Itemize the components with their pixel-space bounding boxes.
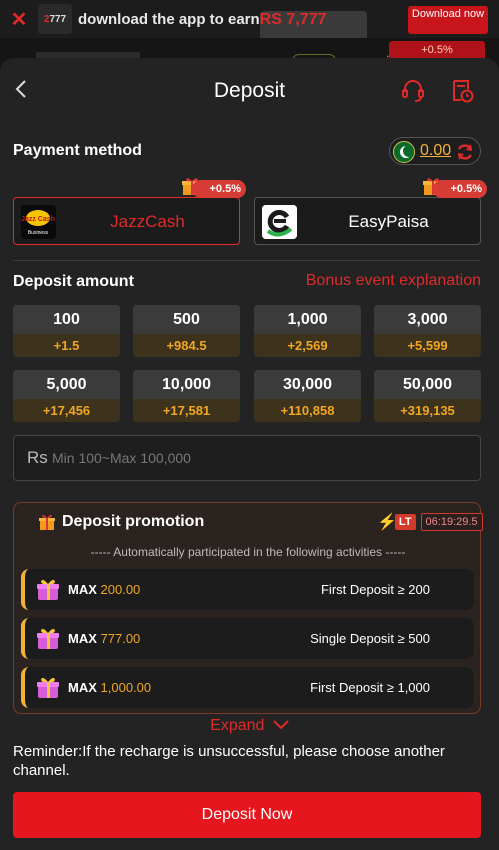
balance-value: 0.00 xyxy=(420,142,452,159)
deposit-history-icon[interactable] xyxy=(449,78,475,104)
amount-bonus: +17,581 xyxy=(133,399,240,422)
download-now-button[interactable]: Download now xyxy=(408,6,488,34)
amount-value: 10,000 xyxy=(133,370,240,399)
promotion-timer: ⚡ LT 06:19:29.5 xyxy=(377,512,483,531)
easypaisa-logo xyxy=(262,205,297,239)
payment-name: JazzCash xyxy=(110,212,185,231)
deposit-amount-label: Deposit amount xyxy=(13,273,134,290)
payment-method-label: Payment method xyxy=(13,142,142,159)
amount-value: 1,000 xyxy=(254,305,361,334)
gift-icon xyxy=(38,513,56,531)
max-reward-value: 200.00 xyxy=(100,582,141,597)
amount-bonus: +984.5 xyxy=(133,334,240,357)
amount-option[interactable]: 10,000 +17,581 xyxy=(133,370,240,422)
amount-value: 30,000 xyxy=(254,370,361,399)
pakistan-flag-icon xyxy=(393,141,415,163)
promotion-activity-row: MAX 200.00 First Deposit ≥ 200 xyxy=(21,569,474,610)
amount-bonus: +1.5 xyxy=(13,334,120,357)
gift-box-icon xyxy=(35,674,61,700)
app-download-banner: ✕ 2 777 download the app to earn RS 7,777… xyxy=(0,0,499,63)
amount-option[interactable]: 30,000 +110,858 xyxy=(254,370,361,422)
divider xyxy=(13,260,481,261)
amount-bonus: +2,569 xyxy=(254,334,361,357)
deposit-amount-input[interactable] xyxy=(52,444,452,472)
expand-button[interactable]: Expand xyxy=(0,717,499,735)
countdown-timer: 06:19:29.5 xyxy=(420,512,483,531)
amount-option[interactable]: 5,000 +17,456 xyxy=(13,370,120,422)
refresh-balance-icon[interactable] xyxy=(454,141,476,163)
amount-value: 100 xyxy=(13,305,120,334)
max-reward: MAX 1,000.00 xyxy=(68,680,152,695)
amount-option[interactable]: 3,000 +5,599 xyxy=(374,305,481,357)
payment-name: EasyPaisa xyxy=(348,212,429,231)
amount-bonus: +319,135 xyxy=(374,399,481,422)
promotion-subtitle: ----- Automatically participated in the … xyxy=(90,545,406,559)
amount-value: 5,000 xyxy=(13,370,120,399)
sheet-header: Deposit xyxy=(0,58,499,122)
lightning-icon: ⚡ xyxy=(377,513,397,531)
reminder-text: Reminder:If the recharge is unsuccessful… xyxy=(13,743,445,779)
svg-text:Business: Business xyxy=(28,230,49,236)
payment-option-easypaisa[interactable]: +0.5% EasyPaisa xyxy=(254,178,487,245)
activity-condition: Single Deposit ≥ 500 xyxy=(310,631,430,646)
bonus-event-explanation-link[interactable]: Bonus event explanation xyxy=(306,272,481,290)
amount-bonus: +17,456 xyxy=(13,399,120,422)
amount-bonus: +110,858 xyxy=(254,399,361,422)
gift-box-icon xyxy=(35,576,61,602)
close-banner-icon[interactable]: ✕ xyxy=(0,7,38,32)
deposit-sheet: Deposit Payment method 0.00 +0.5% Jazz C… xyxy=(0,58,499,850)
gift-box-icon xyxy=(35,625,61,651)
chevron-down-icon xyxy=(273,720,289,730)
balance-pill: 0.00 xyxy=(389,137,481,165)
lt-badge: LT xyxy=(394,513,416,530)
deposit-now-button[interactable]: Deposit Now xyxy=(13,792,481,838)
max-reward-value: 777.00 xyxy=(100,631,141,646)
amount-option[interactable]: 50,000 +319,135 xyxy=(374,370,481,422)
amount-value: 3,000 xyxy=(374,305,481,334)
amount-option[interactable]: 1,000 +2,569 xyxy=(254,305,361,357)
jazzcash-logo: Jazz Cash Business xyxy=(21,205,56,239)
amount-option[interactable]: 500 +984.5 xyxy=(133,305,240,357)
customer-service-icon[interactable] xyxy=(400,78,426,104)
amount-value: 500 xyxy=(133,305,240,334)
svg-text:Jazz Cash: Jazz Cash xyxy=(21,216,55,223)
payment-option-jazzcash[interactable]: +0.5% Jazz Cash Business JazzCash xyxy=(13,178,246,245)
promotion-activity-row: MAX 1,000.00 First Deposit ≥ 1,000 xyxy=(21,667,474,708)
app-logo: 2 777 xyxy=(38,4,72,34)
max-reward-value: 1,000.00 xyxy=(100,680,152,695)
max-reward: MAX 200.00 xyxy=(68,582,141,597)
bonus-tag: +0.5% xyxy=(432,180,487,198)
bonus-tag: +0.5% xyxy=(191,180,246,198)
amount-value: 50,000 xyxy=(374,370,481,399)
max-reward: MAX 777.00 xyxy=(68,631,141,646)
currency-label: Rs xyxy=(27,448,48,467)
activity-condition: First Deposit ≥ 1,000 xyxy=(310,680,430,695)
promotion-activity-row: MAX 777.00 Single Deposit ≥ 500 xyxy=(21,618,474,659)
amount-bonus: +5,599 xyxy=(374,334,481,357)
promotion-title: Deposit promotion xyxy=(62,513,205,530)
deposit-amount-field[interactable]: Rs xyxy=(13,435,481,481)
banner-text: download the app to earn RS 7,777 xyxy=(78,10,367,63)
deposit-promotion-panel: Deposit promotion ⚡ LT 06:19:29.5 ----- … xyxy=(13,502,483,714)
amount-option[interactable]: 100 +1.5 xyxy=(13,305,120,357)
activity-condition: First Deposit ≥ 200 xyxy=(320,582,430,597)
